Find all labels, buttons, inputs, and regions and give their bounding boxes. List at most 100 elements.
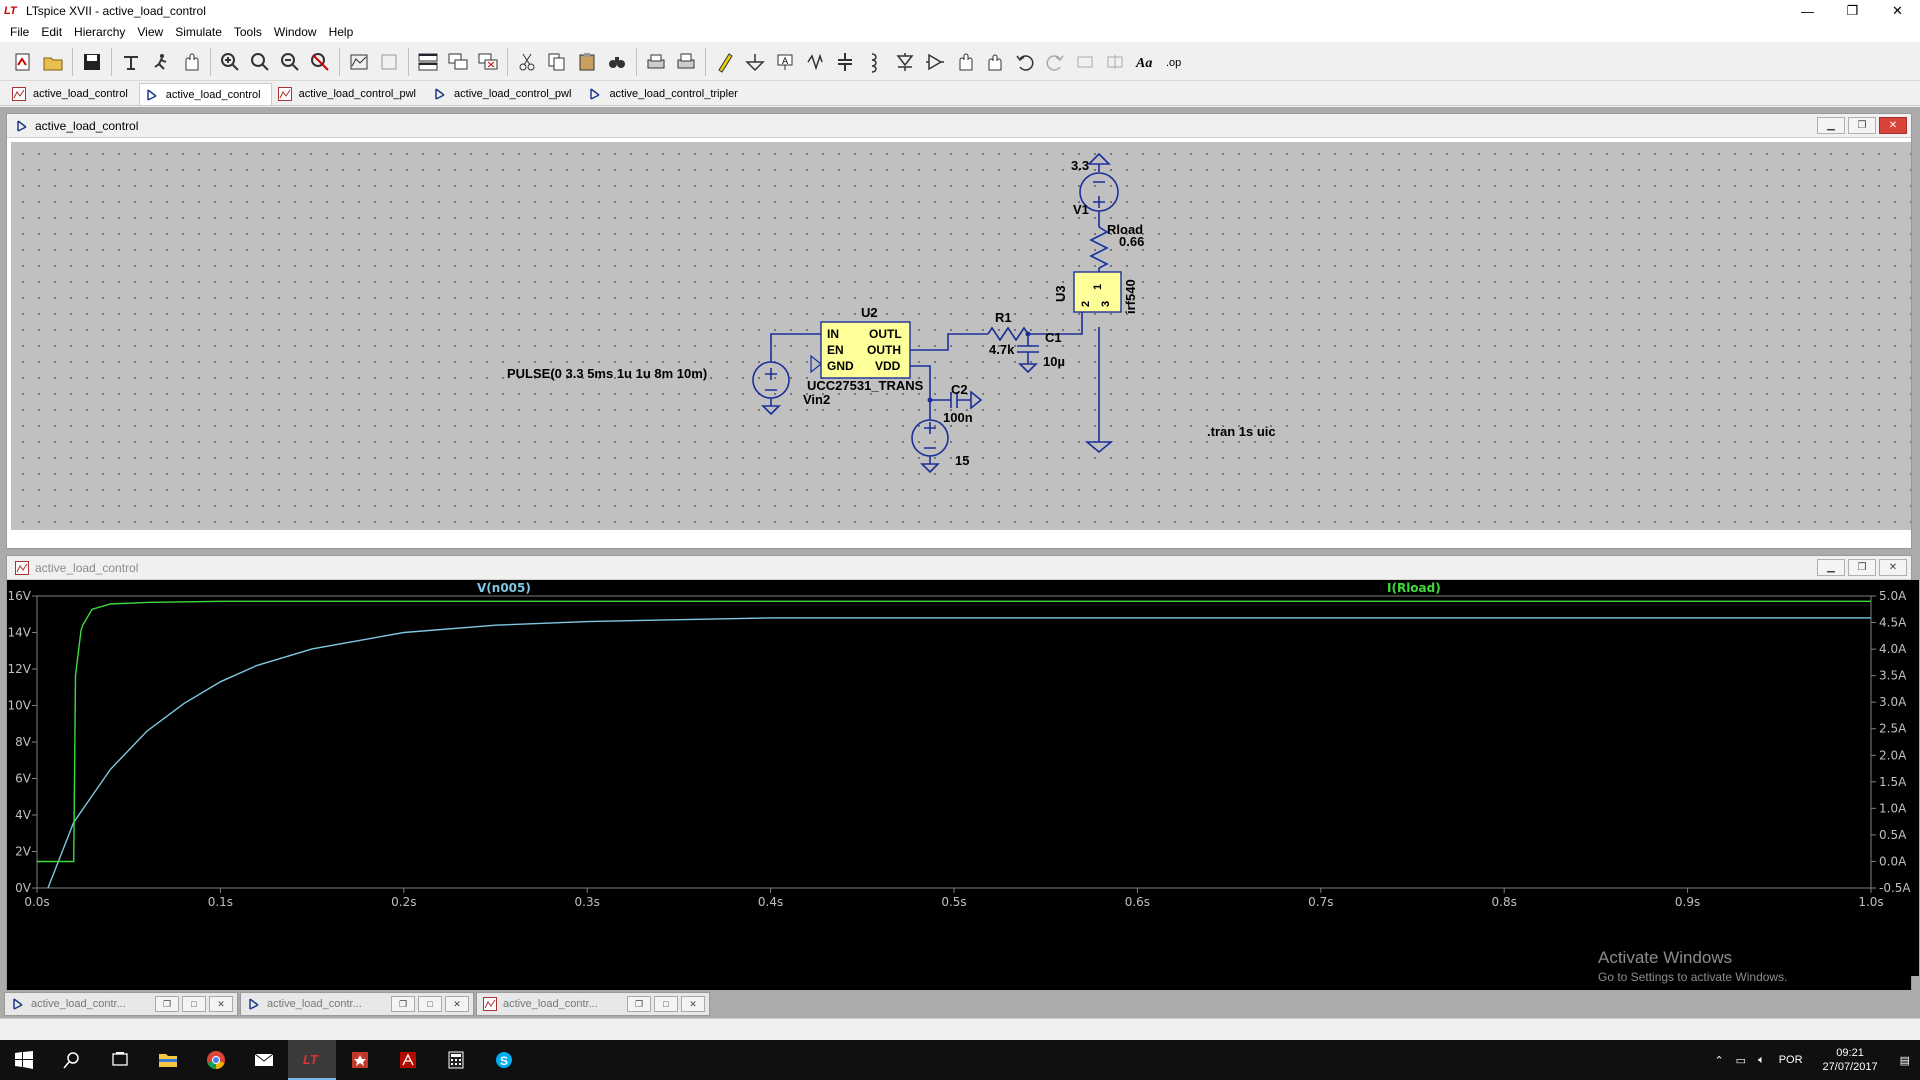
app-icon[interactable]: [336, 1040, 384, 1080]
inductor-icon[interactable]: [860, 47, 890, 77]
minimized-window[interactable]: active_load_contr... ❐ □ ✕: [476, 992, 710, 1016]
schematic-canvas[interactable]: 3.3 V1 Rload 0.66 U3 irf540 1 2 3 U2 IN …: [11, 142, 1911, 530]
child-maximize-button[interactable]: ❐: [1848, 117, 1876, 134]
menu-help[interactable]: Help: [323, 25, 360, 39]
r1-resistor[interactable]: [987, 326, 1029, 342]
open-icon[interactable]: [38, 47, 68, 77]
minimized-windows-bar: active_load_contr... ❐ □ ✕ active_load_con…: [0, 990, 1920, 1018]
close-button[interactable]: ✕: [209, 996, 233, 1012]
schematic-window-titlebar[interactable]: active_load_control ▁ ❐ ✕: [7, 114, 1911, 138]
menu-view[interactable]: View: [131, 25, 169, 39]
rotate-icon[interactable]: [1070, 47, 1100, 77]
child-close-button[interactable]: ✕: [1879, 559, 1907, 576]
child-close-button[interactable]: ✕: [1879, 117, 1907, 134]
close-button[interactable]: ✕: [681, 996, 705, 1012]
zoom-back-icon[interactable]: [374, 47, 404, 77]
minimize-button[interactable]: —: [1785, 0, 1830, 22]
draw-wire-icon[interactable]: [710, 47, 740, 77]
diode-icon[interactable]: [890, 47, 920, 77]
redo-icon[interactable]: [1040, 47, 1070, 77]
chrome-icon[interactable]: [192, 1040, 240, 1080]
menu-simulate[interactable]: Simulate: [169, 25, 228, 39]
task-view-icon[interactable]: [96, 1040, 144, 1080]
skype-icon[interactable]: S: [480, 1040, 528, 1080]
plot-area[interactable]: V(n005) I(Rload) 16V 14V 12V 10V 8V 6V 4V 2V 0V …: [7, 580, 1919, 976]
tab-waveform-active-load-control[interactable]: active_load_control: [6, 83, 139, 105]
y-tick-label: 4V: [15, 808, 32, 822]
spice-directive-icon[interactable]: .op: [1160, 47, 1190, 77]
volume-icon[interactable]: 🔈︎: [1758, 1054, 1765, 1067]
start-icon[interactable]: [0, 1040, 48, 1080]
zoom-in-icon[interactable]: [215, 47, 245, 77]
drag-icon[interactable]: [980, 47, 1010, 77]
tab-schematic-active-load-control-tripler[interactable]: active_load_control_tripler: [582, 83, 748, 105]
calculator-icon[interactable]: [432, 1040, 480, 1080]
maximize-button[interactable]: □: [182, 996, 206, 1012]
tray-chevron-icon[interactable]: ⌃: [1714, 1054, 1723, 1067]
child-minimize-button[interactable]: ▁: [1817, 559, 1845, 576]
zoom-full-icon[interactable]: [245, 47, 275, 77]
halt-icon[interactable]: [176, 47, 206, 77]
print-icon[interactable]: [641, 47, 671, 77]
clock[interactable]: 09:21 27/07/2017: [1823, 1046, 1878, 1074]
capacitor-icon[interactable]: [830, 47, 860, 77]
rload-resistor[interactable]: [1089, 226, 1109, 269]
acrobat-icon[interactable]: [384, 1040, 432, 1080]
cut-icon[interactable]: [512, 47, 542, 77]
resistor-icon[interactable]: [800, 47, 830, 77]
trace-label-vn005[interactable]: V(n005): [477, 581, 531, 595]
ground-icon[interactable]: [740, 47, 770, 77]
menu-file[interactable]: File: [4, 25, 35, 39]
tab-waveform-active-load-control-pwl[interactable]: active_load_control_pwl: [272, 83, 427, 105]
notification-icon[interactable]: ▤: [1900, 1054, 1910, 1067]
print-setup-icon[interactable]: [671, 47, 701, 77]
menu-hierarchy[interactable]: Hierarchy: [68, 25, 131, 39]
waveform-window-titlebar[interactable]: active_load_control ▁ ❐ ✕: [7, 556, 1911, 580]
tran-directive[interactable]: .tran 1s uic: [1207, 424, 1276, 439]
control-panel-icon[interactable]: [116, 47, 146, 77]
child-minimize-button[interactable]: ▁: [1817, 117, 1845, 134]
close-windows-icon[interactable]: [473, 47, 503, 77]
mirror-icon[interactable]: [1100, 47, 1130, 77]
new-schematic-icon[interactable]: [8, 47, 38, 77]
component-icon[interactable]: [920, 47, 950, 77]
autorange-icon[interactable]: [344, 47, 374, 77]
child-maximize-button[interactable]: ❐: [1848, 559, 1876, 576]
save-icon[interactable]: [77, 47, 107, 77]
minimized-window[interactable]: active_load_contr... ❐ □ ✕: [4, 992, 238, 1016]
move-icon[interactable]: [950, 47, 980, 77]
tab-schematic-active-load-control-pwl[interactable]: active_load_control_pwl: [427, 83, 582, 105]
zoom-cancel-icon[interactable]: [305, 47, 335, 77]
zoom-out-icon[interactable]: [275, 47, 305, 77]
restore-button[interactable]: ❐: [155, 996, 179, 1012]
text-icon[interactable]: Aa: [1130, 47, 1160, 77]
menu-window[interactable]: Window: [268, 25, 323, 39]
cascade-icon[interactable]: [443, 47, 473, 77]
minimized-window[interactable]: active_load_contr... ❐ □ ✕: [240, 992, 474, 1016]
tile-horizontal-icon[interactable]: [413, 47, 443, 77]
network-icon[interactable]: ▭: [1736, 1054, 1746, 1067]
search-icon[interactable]: [48, 1040, 96, 1080]
menu-tools[interactable]: Tools: [228, 25, 268, 39]
close-button[interactable]: ✕: [1875, 0, 1920, 22]
mail-icon[interactable]: [240, 1040, 288, 1080]
trace-label-irload[interactable]: I(Rload): [1387, 581, 1441, 595]
paste-icon[interactable]: [572, 47, 602, 77]
maximize-button[interactable]: □: [418, 996, 442, 1012]
find-icon[interactable]: [602, 47, 632, 77]
restore-button[interactable]: ❐: [627, 996, 651, 1012]
menu-edit[interactable]: Edit: [35, 25, 68, 39]
run-icon[interactable]: [146, 47, 176, 77]
maximize-button[interactable]: □: [654, 996, 678, 1012]
close-button[interactable]: ✕: [445, 996, 469, 1012]
tab-schematic-active-load-control[interactable]: active_load_control: [138, 83, 272, 105]
file-explorer-icon[interactable]: [144, 1040, 192, 1080]
label-net-icon[interactable]: A: [770, 47, 800, 77]
language-indicator[interactable]: POR: [1779, 1054, 1803, 1066]
ltspice-icon[interactable]: LT: [288, 1040, 336, 1080]
copy-icon[interactable]: [542, 47, 572, 77]
undo-icon[interactable]: [1010, 47, 1040, 77]
maximize-button[interactable]: ❐: [1830, 0, 1875, 22]
restore-button[interactable]: ❐: [391, 996, 415, 1012]
c1-capacitor[interactable]: [1017, 334, 1039, 364]
